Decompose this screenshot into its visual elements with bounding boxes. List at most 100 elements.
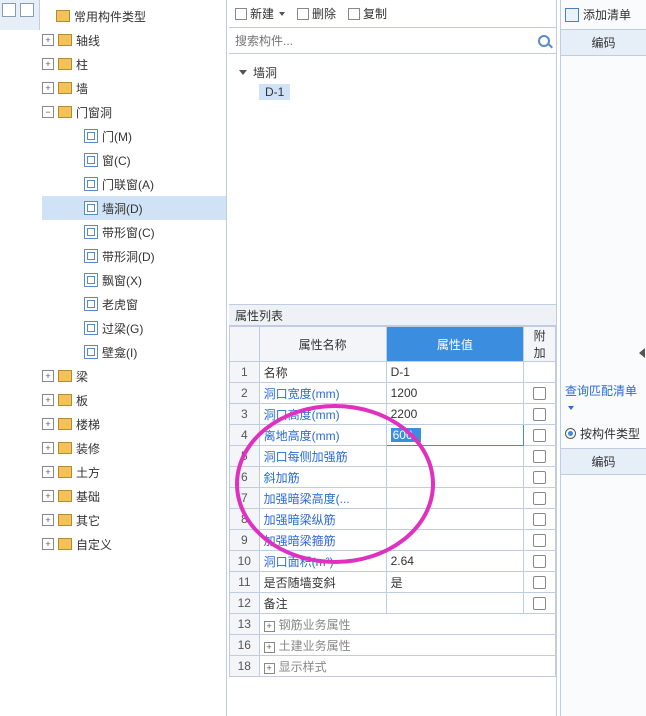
folder-icon xyxy=(58,442,72,454)
tree-item-doorwindow[interactable]: 门联窗(A) xyxy=(42,172,226,196)
prop-row[interactable]: 5洞口每侧加强筋 xyxy=(230,446,556,467)
add-list-button[interactable]: 添加清单 xyxy=(561,0,646,29)
collapse-arrow-icon[interactable] xyxy=(639,348,645,358)
by-component-radio[interactable]: 按构件类型 xyxy=(561,419,646,448)
tree-folder-earth[interactable]: +土方 xyxy=(42,460,226,484)
search-icon[interactable] xyxy=(538,35,550,47)
tree-item-lintel[interactable]: 过梁(G) xyxy=(42,316,226,340)
tree-item-striphole[interactable]: 带形洞(D) xyxy=(42,244,226,268)
tree-folder-foundation[interactable]: +基础 xyxy=(42,484,226,508)
search-input[interactable] xyxy=(235,34,538,48)
prop-extra-checkbox[interactable] xyxy=(524,404,556,425)
prop-row[interactable]: 9加强暗梁箍筋 xyxy=(230,530,556,551)
expand-icon[interactable]: + xyxy=(42,442,54,454)
prop-extra-checkbox[interactable] xyxy=(524,425,556,446)
expand-icon[interactable]: + xyxy=(264,642,275,653)
prop-extra-checkbox[interactable] xyxy=(524,467,556,488)
folder-icon xyxy=(58,58,72,70)
property-table: 属性名称 属性值 附加 1名称D-12洞口宽度(mm)12003洞口高度(mm)… xyxy=(229,326,556,716)
prop-extra-checkbox[interactable] xyxy=(524,572,556,593)
col-value[interactable]: 属性值 xyxy=(386,327,524,362)
prop-extra-checkbox[interactable] xyxy=(524,530,556,551)
collapse-icon[interactable]: − xyxy=(42,106,54,118)
prop-extra-checkbox[interactable] xyxy=(524,383,556,404)
tree-item-window[interactable]: 窗(C) xyxy=(42,148,226,172)
prop-value[interactable]: 2.64 xyxy=(386,551,524,572)
prop-row[interactable]: 12备注 xyxy=(230,593,556,614)
folder-icon xyxy=(58,538,72,550)
add-list-icon xyxy=(565,8,579,22)
prop-row[interactable]: 13+钢筋业务属性 xyxy=(230,614,556,635)
col-name[interactable]: 属性名称 xyxy=(259,327,386,362)
prop-row[interactable]: 8加强暗梁纵筋 xyxy=(230,509,556,530)
new-button[interactable]: 新建 xyxy=(235,5,285,22)
tree-item-baywindow[interactable]: 飘窗(X) xyxy=(42,268,226,292)
prop-row[interactable]: 11是否随墙变斜是 xyxy=(230,572,556,593)
expand-icon[interactable]: + xyxy=(264,663,275,674)
prop-row[interactable]: 6斜加筋 xyxy=(230,467,556,488)
component-tree: 常用构件类型 +轴线 +柱 +墙 −门窗洞 门(M) 窗(C) 门联窗(A) 墙… xyxy=(42,0,227,716)
strip-icon-2[interactable] xyxy=(20,3,34,17)
expand-icon[interactable]: + xyxy=(42,58,54,70)
tree-item-wallhole[interactable]: 墙洞(D) xyxy=(42,196,226,220)
expand-icon[interactable]: + xyxy=(42,394,54,406)
prop-row[interactable]: 7加强暗梁高度(... xyxy=(230,488,556,509)
delete-button[interactable]: 删除 xyxy=(297,5,336,22)
prop-row[interactable]: 2洞口宽度(mm)1200 xyxy=(230,383,556,404)
prop-extra-checkbox[interactable] xyxy=(524,509,556,530)
tree-folder-common[interactable]: 常用构件类型 xyxy=(42,4,226,28)
prop-value[interactable] xyxy=(386,530,524,551)
prop-value[interactable]: 是 xyxy=(386,572,524,593)
prop-value[interactable] xyxy=(386,488,524,509)
prop-name: 加强暗梁箍筋 xyxy=(259,530,386,551)
prop-row[interactable]: 1名称D-1 xyxy=(230,362,556,383)
prop-extra-checkbox[interactable] xyxy=(524,551,556,572)
tree-folder-other[interactable]: +其它 xyxy=(42,508,226,532)
tree-folder-slab[interactable]: +板 xyxy=(42,388,226,412)
strip-icon-1[interactable] xyxy=(2,3,16,17)
prop-row[interactable]: 4离地高度(mm)600 xyxy=(230,425,556,446)
tree-folder-wall[interactable]: +墙 xyxy=(42,76,226,100)
prop-row[interactable]: 10洞口面积(m²)2.64 xyxy=(230,551,556,572)
tree-folder-custom[interactable]: +自定义 xyxy=(42,532,226,556)
tree-item-dormer[interactable]: 老虎窗 xyxy=(42,292,226,316)
comp-root[interactable]: 墙洞 xyxy=(239,62,546,82)
expand-icon[interactable]: + xyxy=(42,538,54,550)
expand-icon[interactable]: + xyxy=(42,466,54,478)
prop-name: 洞口面积(m²) xyxy=(259,551,386,572)
prop-extra-checkbox[interactable] xyxy=(524,488,556,509)
prop-row[interactable]: 16+土建业务属性 xyxy=(230,635,556,656)
prop-value[interactable] xyxy=(386,593,524,614)
col-extra[interactable]: 附加 xyxy=(524,327,556,362)
prop-value[interactable]: 600 xyxy=(386,425,524,446)
prop-value[interactable] xyxy=(386,467,524,488)
prop-value[interactable]: 1200 xyxy=(386,383,524,404)
prop-extra-checkbox[interactable] xyxy=(524,446,556,467)
prop-value[interactable] xyxy=(386,509,524,530)
tree-item-door[interactable]: 门(M) xyxy=(42,124,226,148)
tree-folder-axis[interactable]: +轴线 xyxy=(42,28,226,52)
expand-icon[interactable]: + xyxy=(42,418,54,430)
expand-icon[interactable]: + xyxy=(42,82,54,94)
tree-folder-stair[interactable]: +楼梯 xyxy=(42,412,226,436)
expand-icon[interactable]: + xyxy=(42,490,54,502)
tree-folder-doorwindow[interactable]: −门窗洞 xyxy=(42,100,226,124)
copy-button[interactable]: 复制 xyxy=(348,5,387,22)
expand-icon[interactable]: + xyxy=(42,514,54,526)
prop-value[interactable]: 2200 xyxy=(386,404,524,425)
prop-row[interactable]: 3洞口高度(mm)2200 xyxy=(230,404,556,425)
prop-row[interactable]: 18+显示样式 xyxy=(230,656,556,677)
prop-extra-checkbox[interactable] xyxy=(524,593,556,614)
prop-value[interactable]: D-1 xyxy=(386,362,524,383)
tree-folder-finish[interactable]: +装修 xyxy=(42,436,226,460)
match-list-link[interactable]: 查询匹配清单 xyxy=(561,376,646,419)
expand-icon[interactable]: + xyxy=(264,621,275,632)
tree-folder-beam[interactable]: +梁 xyxy=(42,364,226,388)
tree-item-niche[interactable]: 壁龛(I) xyxy=(42,340,226,364)
expand-icon[interactable]: + xyxy=(42,34,54,46)
tree-item-stripwindow[interactable]: 带形窗(C) xyxy=(42,220,226,244)
comp-item[interactable]: D-1 xyxy=(239,82,546,102)
prop-value[interactable] xyxy=(386,446,524,467)
expand-icon[interactable]: + xyxy=(42,370,54,382)
tree-folder-column[interactable]: +柱 xyxy=(42,52,226,76)
